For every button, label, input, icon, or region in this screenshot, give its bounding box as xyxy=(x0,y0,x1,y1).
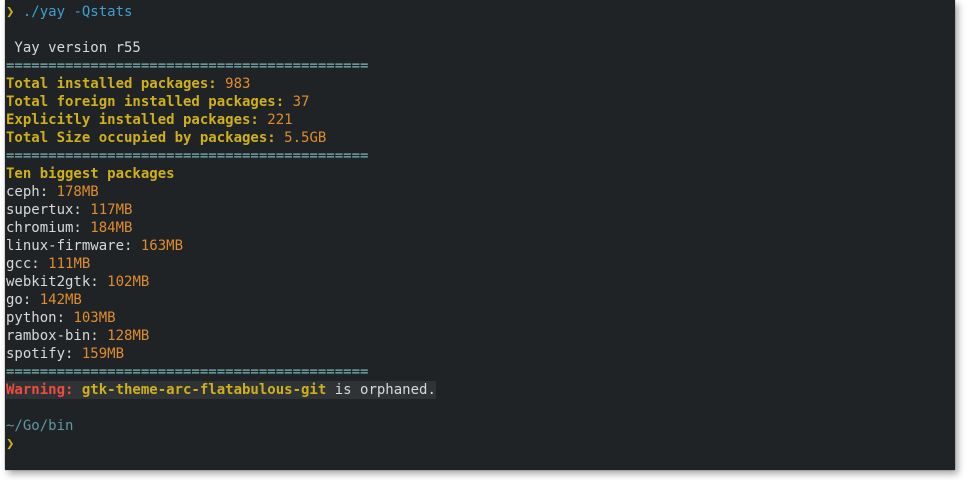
package-line: go: 142MB xyxy=(6,291,955,309)
separator-line: ========================================… xyxy=(6,364,369,380)
package-size: 159MB xyxy=(81,346,125,362)
warning-message: is orphaned. xyxy=(326,382,436,398)
package-name: ceph: xyxy=(6,184,57,200)
package-line: rambox-bin: 128MB xyxy=(6,327,955,345)
package-line: chromium: 184MB xyxy=(6,219,955,237)
package-name: supertux: xyxy=(6,202,91,218)
biggest-heading: Ten biggest packages xyxy=(6,166,175,182)
stat-label: Total installed packages: xyxy=(6,76,226,92)
stat-value: 5.5GB xyxy=(284,130,327,146)
stat-line: Total foreign installed packages: 37 xyxy=(6,93,955,111)
package-size: 103MB xyxy=(73,310,116,326)
package-line: webkit2gtk: 102MB xyxy=(6,273,955,291)
separator-line: ========================================… xyxy=(6,148,369,164)
package-name: gcc: xyxy=(6,256,49,272)
package-line: linux-firmware: 163MB xyxy=(6,237,955,255)
package-name: spotify: xyxy=(6,346,82,362)
prompt-arrow-icon: ❯ xyxy=(6,4,15,20)
stat-label: Explicitly installed packages: xyxy=(6,112,268,128)
package-size: 111MB xyxy=(48,256,91,272)
package-size: 102MB xyxy=(107,274,150,290)
package-line: supertux: 117MB xyxy=(6,201,955,219)
package-size: 117MB xyxy=(90,202,133,218)
stat-line: Explicitly installed packages: 221 xyxy=(6,111,955,129)
package-name: go: xyxy=(6,292,40,308)
package-name: linux-firmware: xyxy=(6,238,141,254)
package-name: webkit2gtk: xyxy=(6,274,108,290)
stat-value: 221 xyxy=(267,112,293,128)
package-size: 184MB xyxy=(90,220,133,236)
terminal-window[interactable]: ❯ ./yay -Qstats Yay version r55 ========… xyxy=(5,0,955,470)
orphaned-package-name: gtk-theme-arc-flatabulous-git xyxy=(81,382,327,398)
package-name: python: xyxy=(6,310,74,326)
package-line: gcc: 111MB xyxy=(6,255,955,273)
current-directory: ~/Go/bin xyxy=(6,418,74,434)
warning-label: Warning: xyxy=(6,382,82,398)
stat-line: Total installed packages: 983 xyxy=(6,75,955,93)
package-size: 128MB xyxy=(107,328,150,344)
package-line: spotify: 159MB xyxy=(6,345,955,363)
package-line: ceph: 178MB xyxy=(6,183,955,201)
warning-line: Warning: gtk-theme-arc-flatabulous-git i… xyxy=(6,381,955,399)
terminal-output: ❯ ./yay -Qstats Yay version r55 ========… xyxy=(6,3,955,453)
package-size: 178MB xyxy=(56,184,99,200)
stat-value: 37 xyxy=(292,94,310,110)
command-text: ./yay -Qstats xyxy=(22,4,133,20)
warning-highlight: Warning: gtk-theme-arc-flatabulous-git i… xyxy=(6,381,436,399)
input-prompt-line[interactable]: ❯ xyxy=(6,435,955,453)
version-line: Yay version r55 xyxy=(6,40,141,56)
stat-line: Total Size occupied by packages: 5.5GB xyxy=(6,129,955,147)
command-line: ❯ ./yay -Qstats xyxy=(6,3,955,21)
package-name: rambox-bin: xyxy=(6,328,108,344)
package-name: chromium: xyxy=(6,220,91,236)
stat-label: Total Size occupied by packages: xyxy=(6,130,285,146)
separator-line: ========================================… xyxy=(6,58,369,74)
package-line: python: 103MB xyxy=(6,309,955,327)
stat-value: 983 xyxy=(225,76,251,92)
package-size: 163MB xyxy=(140,238,184,254)
prompt-arrow-icon: ❯ xyxy=(6,436,15,452)
stat-label: Total foreign installed packages: xyxy=(6,94,293,110)
package-size: 142MB xyxy=(39,292,82,308)
